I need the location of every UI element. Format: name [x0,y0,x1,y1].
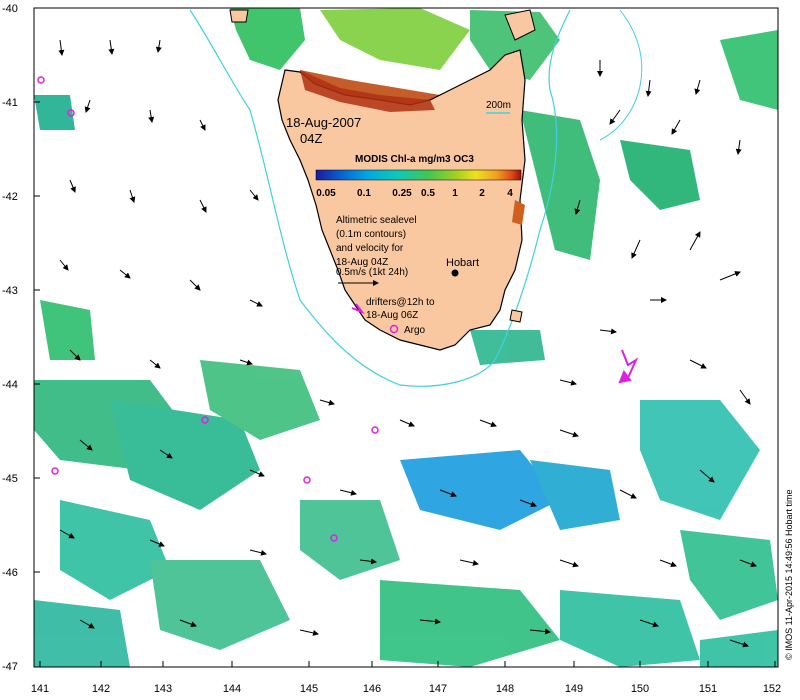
altimetry-note-line: (0.1m contours) [336,229,406,240]
x-tick-label: 144 [223,683,241,695]
y-tick-label: -45 [2,473,18,485]
altimetry-note-line: and velocity for [336,243,404,254]
x-tick-label: 149 [565,683,583,695]
x-tick-label: 141 [31,683,49,695]
drifter-note-line: drifters@12h to [366,297,435,308]
map-figure: -40 -41 -42 -43 -44 -45 -46 -47 141 142 … [0,0,800,700]
credit-text: © IMOS 11-Apr-2015 14:49:56 Hobart time [784,489,794,660]
argo-label: Argo [404,325,426,336]
x-tick-label: 143 [154,683,172,695]
x-tick-label: 150 [631,683,649,695]
y-tick-label: -47 [2,661,18,673]
x-tick-label: 145 [300,683,318,695]
x-tick-label: 142 [92,683,110,695]
colorbar-tick-label: 1 [452,188,458,199]
depth-label: 200m [486,100,511,111]
x-tick-label: 147 [429,683,447,695]
y-tick-label: -43 [2,285,18,297]
time-label: 04Z [300,131,322,146]
map-svg: -40 -41 -42 -43 -44 -45 -46 -47 141 142 … [2,3,794,695]
hobart-marker [451,269,459,277]
altimetry-note-line: Altimetric sealevel [336,215,417,226]
x-tick-label: 152 [763,683,781,695]
colorbar-tick-label: 2 [479,188,485,199]
y-tick-label: -41 [2,97,18,109]
colorbar-tick-label: 0.05 [316,188,336,199]
x-tick-label: 148 [496,683,514,695]
colorbar-tick-label: 0.25 [392,188,412,199]
x-tick-label: 151 [699,683,717,695]
y-tick-label: -44 [2,379,18,391]
drifter-note-line: 18-Aug 06Z [366,310,418,321]
velocity-scale-label: 0.5m/s (1kt 24h) [336,267,408,278]
x-tick-label: 146 [363,683,381,695]
colorbar-tick-label: 0.5 [421,188,435,199]
y-tick-label: -42 [2,191,18,203]
y-axis-labels: -40 -41 -42 -43 -44 -45 -46 -47 [2,3,18,673]
hobart-label: Hobart [446,257,479,269]
y-tick-label: -46 [2,567,18,579]
colorbar-tick-label: 0.1 [357,188,371,199]
date-label: 18-Aug-2007 [286,115,361,130]
colorbar-title: MODIS Chl-a mg/m3 OC3 [355,154,474,165]
colorbar-tick-label: 4 [507,188,513,199]
x-axis-labels: 141 142 143 144 145 146 147 148 149 150 … [31,683,781,695]
y-tick-label: -40 [2,3,18,15]
colorbar [315,169,522,181]
